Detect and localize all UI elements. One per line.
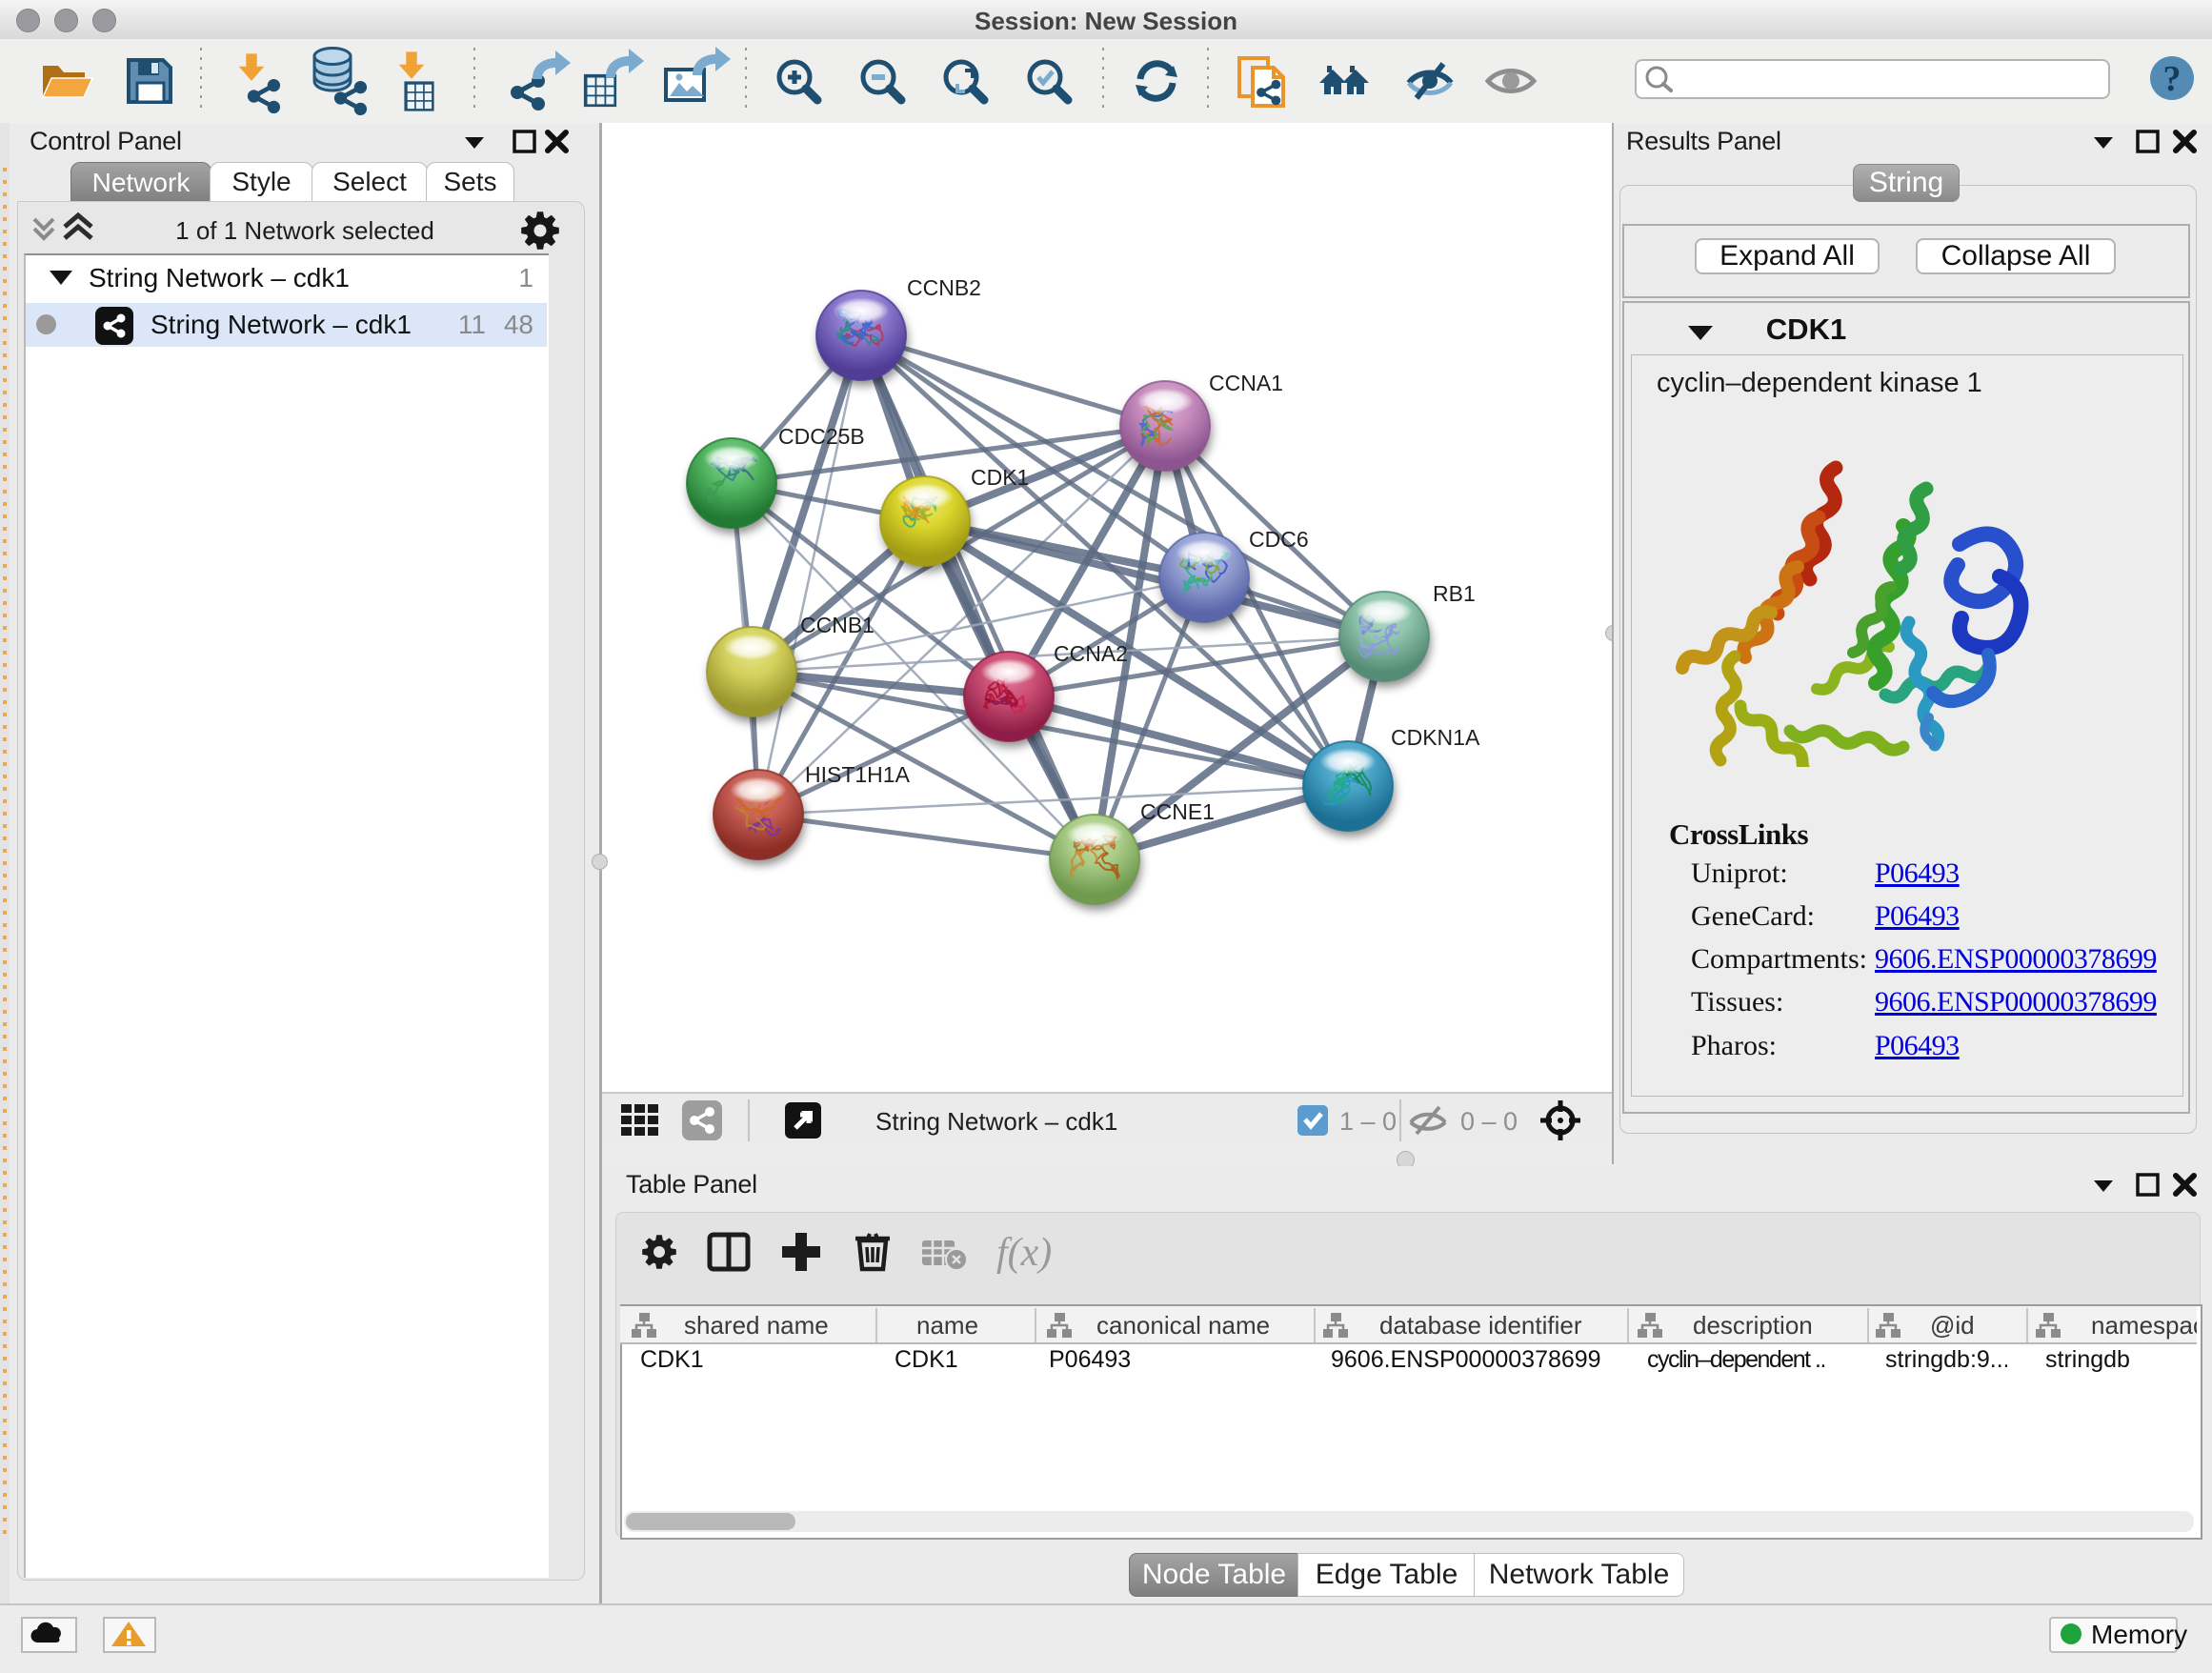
svg-text:name: name xyxy=(916,1311,978,1340)
svg-text:RB1: RB1 xyxy=(1433,581,1476,606)
svg-text:CCNA2: CCNA2 xyxy=(1054,641,1128,666)
svg-text:CCNE1: CCNE1 xyxy=(1140,799,1215,824)
svg-text:CCNA1: CCNA1 xyxy=(1209,371,1283,395)
svg-text:namespac: namespac xyxy=(2091,1311,2197,1340)
svg-text:1 – 0: 1 – 0 xyxy=(1339,1107,1397,1136)
svg-text:CDKN1A: CDKN1A xyxy=(1391,725,1480,750)
svg-text:HIST1H1A: HIST1H1A xyxy=(805,762,911,787)
svg-text:description: description xyxy=(1693,1311,1813,1340)
svg-text:database identifier: database identifier xyxy=(1379,1311,1582,1340)
svg-text:CCNB1: CCNB1 xyxy=(800,613,875,637)
svg-text:f(x): f(x) xyxy=(996,1231,1052,1275)
svg-text:CCNB2: CCNB2 xyxy=(907,275,981,300)
svg-text:CDK1: CDK1 xyxy=(971,465,1029,490)
svg-text:CDC25B: CDC25B xyxy=(778,424,865,449)
svg-text:shared name: shared name xyxy=(684,1311,829,1340)
svg-text:?: ? xyxy=(2163,59,2182,99)
svg-text:CDC6: CDC6 xyxy=(1249,527,1309,552)
svg-text:canonical name: canonical name xyxy=(1096,1311,1270,1340)
svg-text:String Network – cdk1: String Network – cdk1 xyxy=(875,1107,1117,1136)
svg-text:0 – 0: 0 – 0 xyxy=(1460,1107,1518,1136)
svg-text:@id: @id xyxy=(1930,1311,1975,1340)
